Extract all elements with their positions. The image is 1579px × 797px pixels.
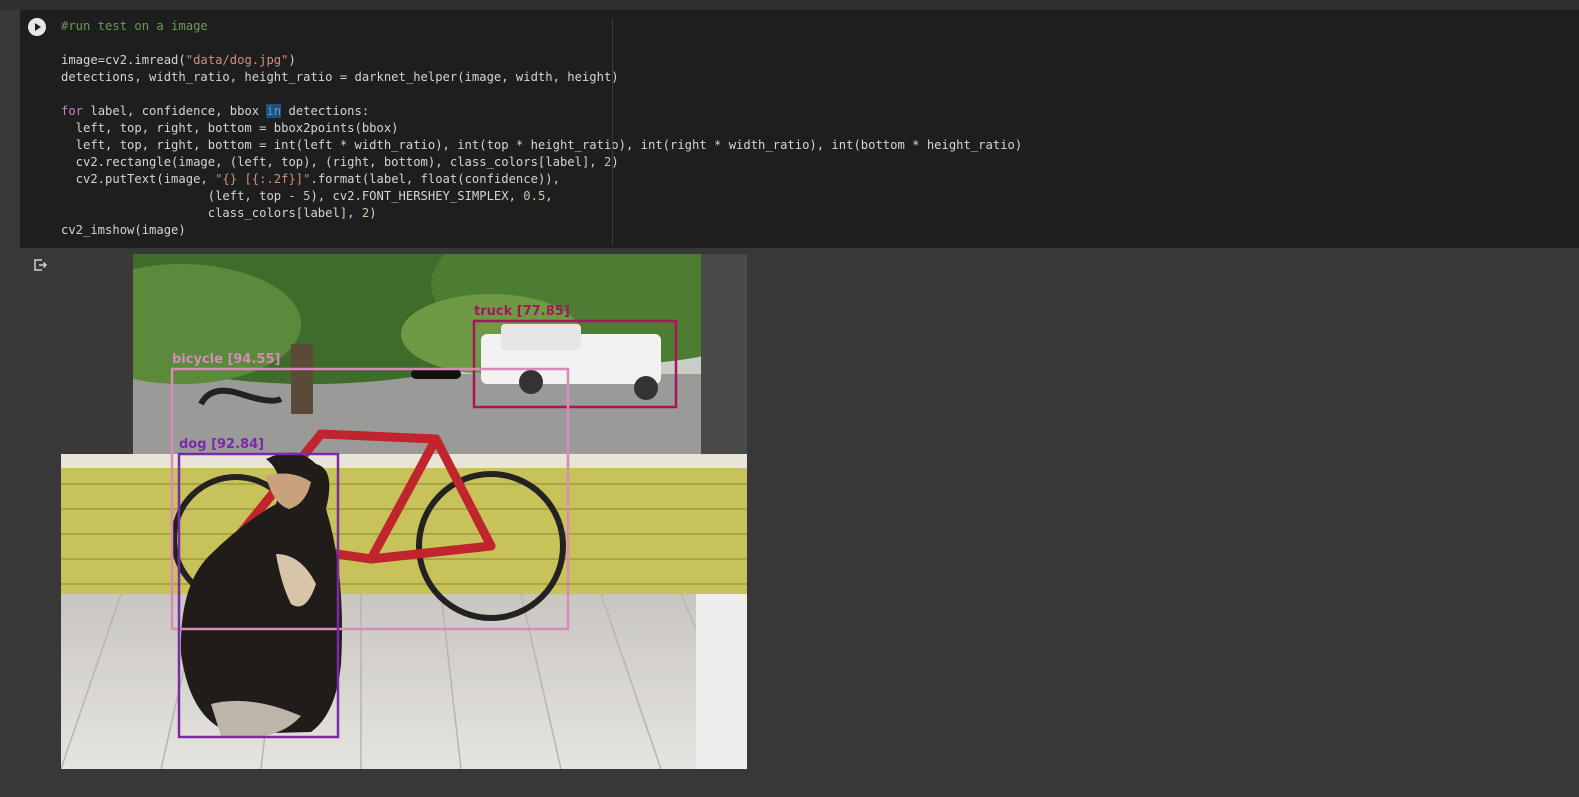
code-line: cv2_imshow(image): [61, 223, 186, 237]
notebook-top-strip: [0, 0, 1579, 10]
code-line: detections, width_ratio, height_ratio = …: [61, 70, 619, 84]
code-line: cv2.putText(image, "{} [{:.2f}]".format(…: [61, 172, 560, 186]
bicycle-label: bicycle [94.55]: [172, 352, 281, 367]
code-cell[interactable]: #run test on a image image=cv2.imread("d…: [20, 10, 1579, 248]
dog-bounding-box: [177, 452, 340, 739]
editor-ruler: [612, 18, 613, 246]
code-line: for label, confidence, bbox in detection…: [61, 104, 370, 118]
output-image: truck [77.85] bicycle [94.55] dog [92.84…: [61, 254, 747, 769]
dog-label: dog [92.84]: [179, 437, 265, 452]
code-line: image=cv2.imread("data/dog.jpg"): [61, 53, 296, 67]
code-line: #run test on a image: [61, 19, 208, 33]
run-cell-button[interactable]: [28, 18, 46, 36]
truck-bounding-box: [472, 319, 678, 409]
detection-overlay: [170, 319, 678, 739]
code-line: (left, top - 5), cv2.FONT_HERSHEY_SIMPLE…: [61, 189, 553, 203]
truck-label: truck [77.85]: [474, 304, 570, 319]
play-icon: [35, 23, 41, 31]
output-redirect-icon[interactable]: [32, 257, 48, 273]
code-line: left, top, right, bottom = bbox2points(b…: [61, 121, 399, 135]
code-line: cv2.rectangle(image, (left, top), (right…: [61, 155, 619, 169]
code-line: left, top, right, bottom = int(left * wi…: [61, 138, 1023, 152]
code-editor[interactable]: #run test on a image image=cv2.imread("d…: [61, 18, 1022, 239]
code-line: class_colors[label], 2): [61, 206, 377, 220]
